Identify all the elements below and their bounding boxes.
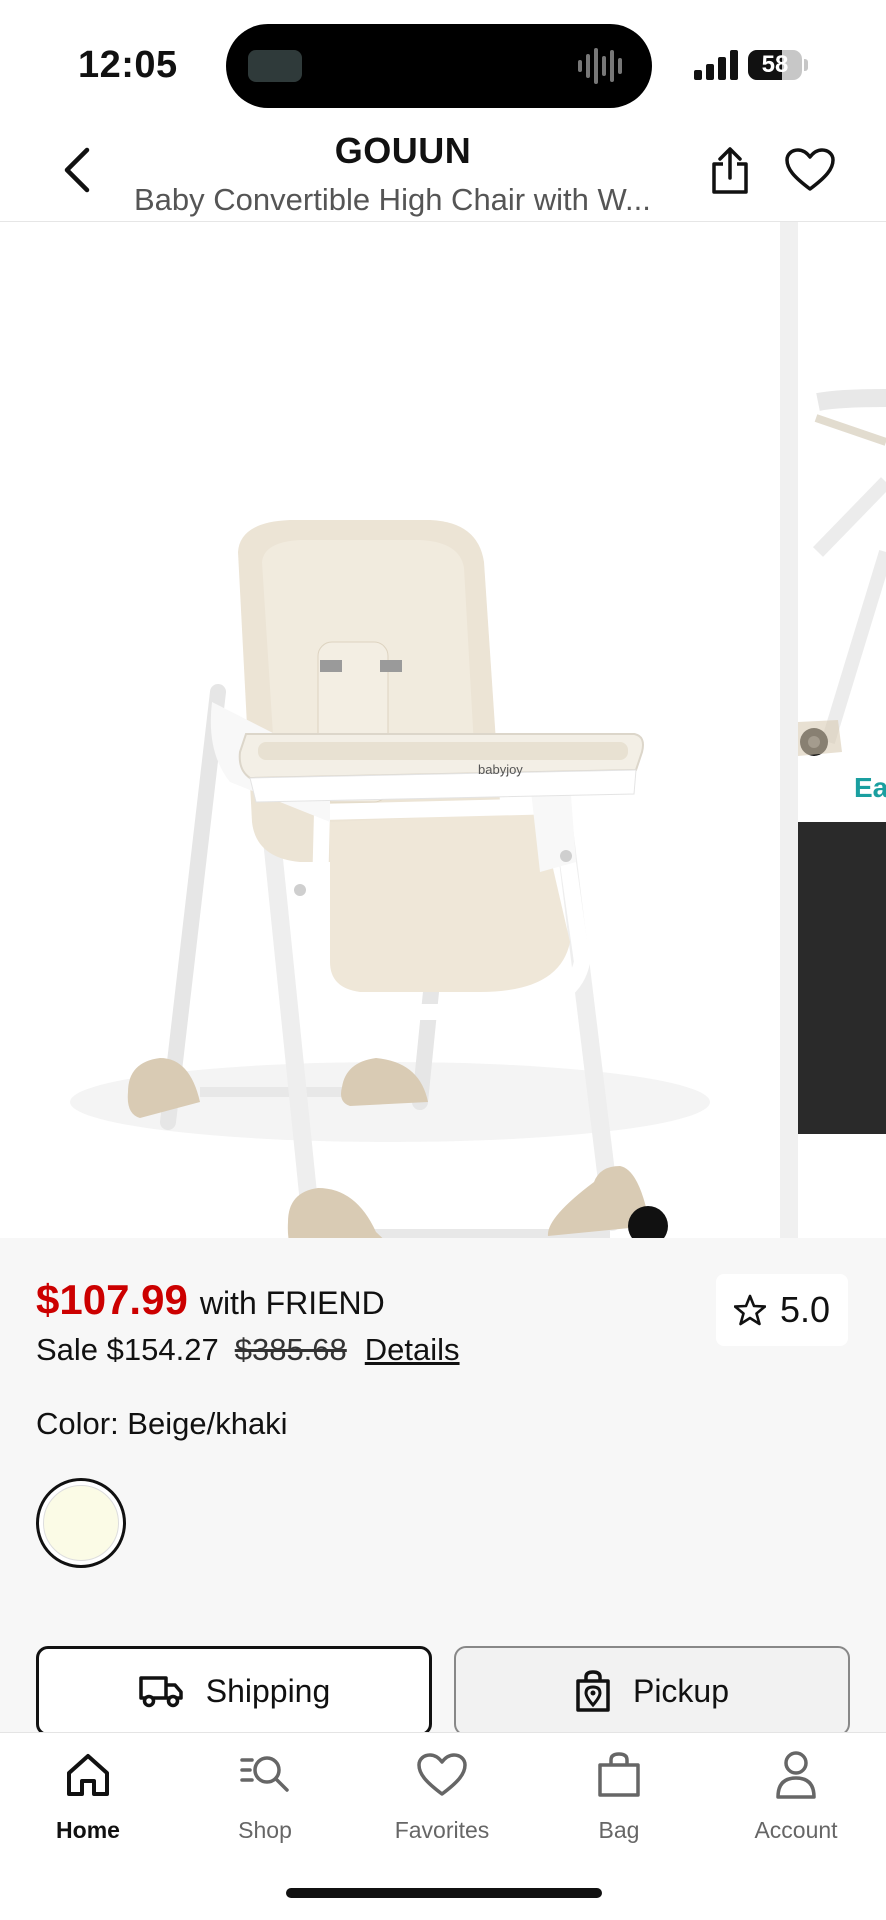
heart-icon [417, 1753, 467, 1796]
product-info-panel: $107.99 with FRIEND Sale $154.27 $385.68… [0, 1238, 886, 1736]
rating-badge[interactable]: 5.0 [716, 1274, 848, 1346]
tab-account[interactable]: Account [716, 1747, 876, 1857]
product-header: GOUUN Baby Convertible High Chair with W… [0, 120, 886, 222]
status-bar: 12:05 58 [0, 0, 886, 120]
tab-shop-label: Shop [238, 1817, 292, 1843]
product-title: Baby Convertible High Chair with W... [134, 182, 651, 217]
tab-shop[interactable]: Shop [185, 1747, 345, 1857]
pickup-option-button[interactable]: Pickup [454, 1646, 850, 1736]
favorite-button[interactable] [782, 142, 838, 198]
tab-favorites-label: Favorites [394, 1817, 490, 1843]
color-swatch-beige[interactable] [36, 1478, 126, 1568]
friend-price: $107.99 [36, 1276, 188, 1323]
next-slide-photo [798, 822, 886, 1134]
person-icon [776, 1751, 816, 1799]
sale-price-row: Sale $154.27 $385.68 Details [36, 1332, 460, 1368]
heart-icon [785, 148, 835, 191]
friend-price-row: $107.99 with FRIEND [36, 1276, 385, 1324]
audio-wave-icon [578, 48, 622, 84]
store-bag-pin-icon [576, 1670, 610, 1712]
bag-icon [598, 1752, 640, 1797]
tab-bag[interactable]: Bag [539, 1747, 699, 1857]
product-image-next[interactable]: Eas [798, 222, 886, 1238]
color-label: Color: Beige/khaki [36, 1406, 288, 1441]
high-chair-illustration: babyjoy [70, 520, 710, 1238]
next-image-preview [798, 389, 886, 756]
share-button[interactable] [704, 142, 756, 200]
dynamic-island [226, 24, 652, 108]
original-price: $385.68 [234, 1332, 347, 1367]
tab-bag-label: Bag [598, 1817, 640, 1843]
details-link[interactable]: Details [365, 1332, 460, 1368]
shipping-option-button[interactable]: Shipping [36, 1646, 432, 1736]
truck-icon [138, 1676, 183, 1708]
product-image-high-chair[interactable]: babyjoy [0, 222, 780, 1238]
rating-value: 5.0 [779, 1289, 831, 1330]
product-logo-text: babyjoy [478, 762, 523, 777]
home-indicator[interactable] [286, 1888, 602, 1898]
battery-level: 58 [761, 51, 789, 78]
shop-search-icon [240, 1756, 289, 1792]
island-thumbnail [248, 50, 302, 82]
battery-nub [804, 59, 808, 71]
shipping-label: Shipping [205, 1672, 331, 1709]
sale-price: Sale $154.27 [36, 1332, 219, 1367]
status-time: 12:05 [78, 44, 178, 86]
tab-account-label: Account [754, 1817, 838, 1843]
brand-name[interactable]: GOUUN [0, 130, 806, 172]
pickup-label: Pickup [632, 1672, 730, 1709]
share-icon [712, 147, 748, 194]
signal-icon [694, 50, 738, 80]
star-icon [733, 1294, 766, 1326]
tab-home[interactable]: Home [8, 1747, 168, 1857]
home-icon [67, 1754, 109, 1796]
product-image-carousel[interactable]: babyjoy Eas [0, 222, 886, 1238]
tab-favorites[interactable]: Favorites [362, 1747, 522, 1857]
carousel-gap [780, 222, 798, 1238]
swatch-fill [43, 1485, 119, 1561]
friend-price-suffix: with FRIEND [199, 1285, 385, 1321]
next-slide-caption: Eas [854, 772, 886, 803]
battery-icon: 58 [748, 50, 802, 80]
tab-home-label: Home [56, 1817, 120, 1843]
